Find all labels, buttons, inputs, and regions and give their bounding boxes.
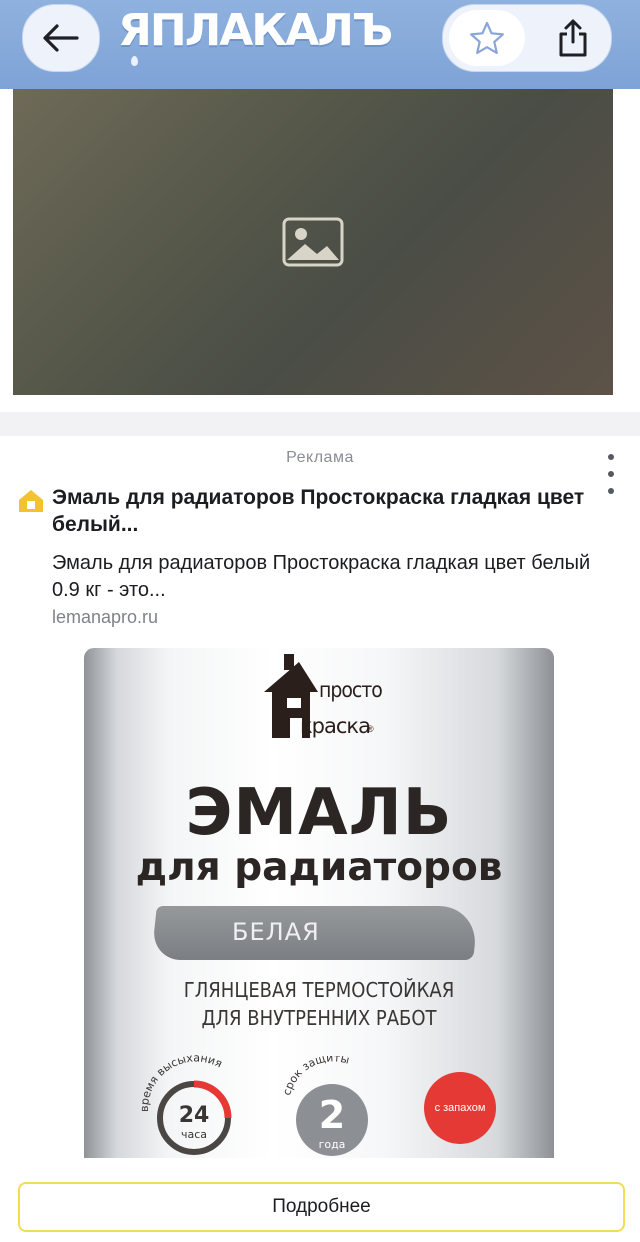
share-icon	[559, 19, 587, 57]
spec-line-2: ДЛЯ ВНУТРЕННИХ РАБОТ	[201, 1006, 437, 1030]
drying-time-unit: часа	[181, 1128, 207, 1141]
back-button[interactable]	[22, 4, 100, 72]
house-icon	[19, 490, 43, 512]
protection-unit: года	[319, 1138, 346, 1151]
post-photo[interactable]	[13, 89, 613, 395]
favorite-button[interactable]	[449, 10, 525, 66]
site-logo[interactable]: ЯПЛАКАЛЪ	[118, 5, 393, 56]
image-icon	[13, 89, 613, 395]
more-details-button[interactable]: Подробнее	[18, 1182, 625, 1232]
arrow-left-icon	[43, 24, 79, 52]
app-header: ЯПЛАКАЛЪ	[0, 0, 640, 89]
ad-label: Реклама	[286, 449, 354, 466]
brand-name-line2: краска	[300, 714, 371, 738]
spec-line-1: ГЛЯНЦЕВАЯ ТЕРМОСТОЙКАЯ	[183, 978, 455, 1002]
product-heading: ЭМАЛЬ	[185, 776, 453, 850]
section-divider	[0, 412, 640, 436]
product-subheading: для радиаторов	[135, 845, 503, 890]
protection-value: 2	[319, 1093, 345, 1137]
header-actions	[442, 4, 612, 72]
logo-drop-icon	[131, 56, 138, 66]
smell-badge: с запахом	[424, 1072, 496, 1144]
share-button[interactable]	[545, 12, 601, 64]
ad-domain[interactable]: lemanapro.ru	[52, 607, 158, 628]
color-label: БЕЛАЯ	[232, 918, 320, 946]
ad-product-image[interactable]: просто краска ® ЭМАЛЬ для радиаторов БЕЛ…	[84, 648, 554, 1158]
drying-time-value: 24	[179, 1103, 210, 1128]
registered-mark: ®	[367, 724, 374, 734]
star-outline-icon	[470, 21, 504, 54]
brand-name-line1: просто	[319, 678, 383, 702]
ad-title-link[interactable]: Эмаль для радиаторов Простокраска гладка…	[52, 484, 612, 538]
ad-description[interactable]: Эмаль для радиаторов Простокраска гладка…	[52, 550, 612, 604]
drying-time-badge: время высыхания 24 часа	[138, 1051, 232, 1155]
protection-badge: срок защиты 2 года	[280, 1056, 368, 1156]
